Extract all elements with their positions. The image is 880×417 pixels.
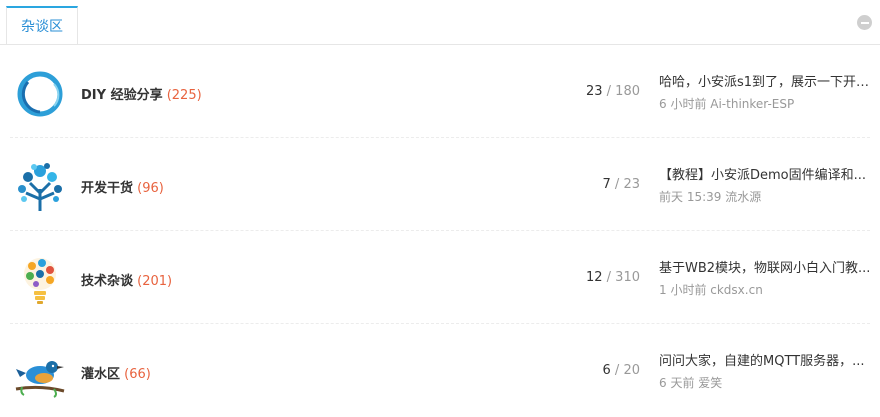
forum-stats: 12 / 310: [586, 270, 640, 285]
forum-stats: 7 / 23: [603, 177, 641, 192]
stats-separator: /: [606, 270, 612, 285]
forum-thread-count: (201): [137, 274, 173, 289]
last-post-meta[interactable]: 前天 15:39 流水源: [659, 188, 871, 205]
last-post-meta[interactable]: 1 小时前 ckdsx.cn: [659, 281, 871, 298]
forum-thread-count: (225): [166, 88, 202, 103]
last-post-meta[interactable]: 6 天前 爱笑: [659, 374, 871, 391]
row-divider: [10, 323, 870, 324]
stats-separator: /: [614, 177, 620, 192]
forum-name-link[interactable]: 技术杂谈: [81, 274, 133, 289]
threads-count: 12: [585, 270, 603, 285]
last-post-title-link[interactable]: 基于WB2模块，物联网小白入门教...: [659, 260, 871, 278]
forum-section-header: 杂谈区: [0, 0, 880, 45]
last-post: 【教程】小安派Demo固件编译和... 前天 15:39 流水源: [659, 167, 871, 205]
last-post-title-link[interactable]: 问问大家，自建的MQTT服务器，...: [659, 353, 871, 371]
posts-count: 23: [623, 177, 640, 192]
last-post-title-link[interactable]: 哈哈，小安派s1到了，展示一下开 ...: [659, 74, 871, 92]
forum-name-link[interactable]: 灌水区: [81, 367, 120, 382]
forum-name-link[interactable]: DIY 经验分享: [81, 88, 163, 103]
lightbulb-icon[interactable]: [14, 254, 66, 306]
bird-icon[interactable]: [14, 347, 66, 399]
forum-row: DIY 经验分享 (225) 23 / 180 哈哈，小安派s1到了，展示一下开…: [0, 46, 880, 138]
threads-count: 7: [602, 177, 611, 192]
forum-row: 灌水区 (66) 6 / 20 问问大家，自建的MQTT服务器，... 6 天前…: [0, 325, 880, 417]
last-post-title-link[interactable]: 【教程】小安派Demo固件编译和...: [659, 167, 871, 185]
posts-count: 310: [615, 270, 640, 285]
forum-thread-count: (96): [137, 181, 164, 196]
row-divider: [10, 137, 870, 138]
forum-stats: 23 / 180: [586, 84, 640, 99]
forum-row: 技术杂谈 (201) 12 / 310 基于WB2模块，物联网小白入门教... …: [0, 232, 880, 324]
posts-count: 180: [615, 84, 640, 99]
forum-name-link[interactable]: 开发干货: [81, 181, 133, 196]
last-post: 基于WB2模块，物联网小白入门教... 1 小时前 ckdsx.cn: [659, 260, 871, 298]
tech-tree-icon[interactable]: [14, 161, 66, 213]
ring-logo-icon[interactable]: [14, 68, 66, 120]
threads-count: 6: [602, 363, 611, 378]
row-divider: [10, 230, 870, 231]
forum-thread-count: (66): [124, 367, 151, 382]
last-post: 问问大家，自建的MQTT服务器，... 6 天前 爱笑: [659, 353, 871, 391]
forum-stats: 6 / 20: [603, 363, 641, 378]
forum-row: 开发干货 (96) 7 / 23 【教程】小安派Demo固件编译和... 前天 …: [0, 139, 880, 231]
last-post: 哈哈，小安派s1到了，展示一下开 ... 6 小时前 Ai-thinker-ES…: [659, 74, 871, 112]
threads-count: 23: [585, 84, 603, 99]
stats-separator: /: [614, 363, 620, 378]
stats-separator: /: [606, 84, 612, 99]
tab-chat-zone[interactable]: 杂谈区: [6, 6, 78, 44]
last-post-meta[interactable]: 6 小时前 Ai-thinker-ESP: [659, 95, 871, 112]
collapse-icon[interactable]: [857, 15, 872, 30]
posts-count: 20: [623, 363, 640, 378]
